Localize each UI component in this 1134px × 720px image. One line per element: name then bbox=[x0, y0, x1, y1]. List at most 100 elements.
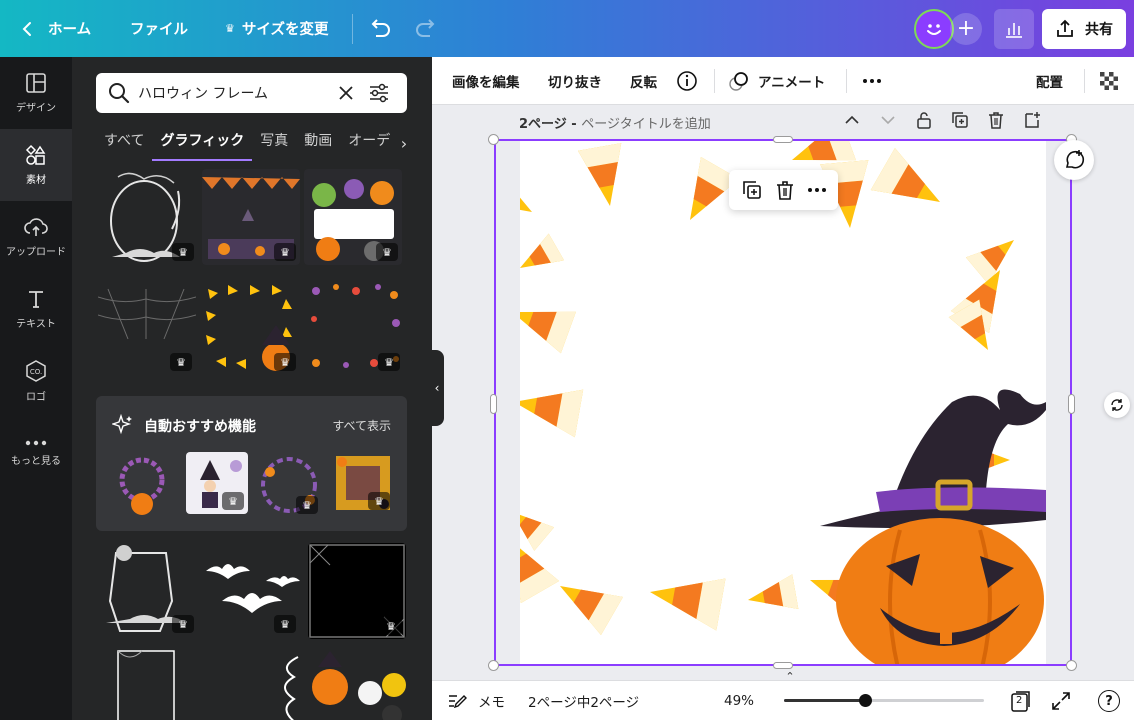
design-canvas[interactable] bbox=[520, 140, 1046, 666]
more-dots-icon[interactable] bbox=[807, 187, 827, 193]
candy-corn-pumpkin-frame-graphic[interactable] bbox=[520, 140, 1046, 666]
share-upload-icon bbox=[1057, 19, 1073, 37]
pages-badge: 2 bbox=[1016, 695, 1023, 706]
tab-photos[interactable]: 写真 bbox=[252, 129, 296, 161]
graphic-thumb-lollipop-frame[interactable]: ♛ bbox=[306, 279, 404, 375]
rail-item-uploads[interactable]: アップロード bbox=[0, 201, 72, 273]
flip-button[interactable]: 反転 bbox=[630, 57, 657, 105]
rail-item-design[interactable]: デザイン bbox=[0, 57, 72, 129]
tabs-scroll-right-icon[interactable]: › bbox=[392, 129, 416, 157]
zoom-level[interactable]: 49% bbox=[724, 681, 754, 720]
rail-item-logo[interactable]: CO. ロゴ bbox=[0, 345, 72, 417]
duplicate-page-icon[interactable] bbox=[950, 110, 970, 130]
graphic-thumb-pumpkin-banner[interactable]: ♛ bbox=[304, 169, 402, 265]
duplicate-icon[interactable] bbox=[741, 179, 763, 201]
chevron-up-icon[interactable] bbox=[842, 110, 862, 130]
premium-crown-icon: ♛ bbox=[170, 353, 192, 371]
tab-all[interactable]: すべて bbox=[96, 129, 152, 161]
resize-handle-top-left[interactable] bbox=[488, 134, 499, 145]
page-grid-button[interactable]: 2 bbox=[1010, 690, 1032, 712]
plus-icon: + bbox=[956, 16, 976, 41]
reco-thumb-circle-frame[interactable]: ♛ bbox=[256, 452, 322, 518]
graphic-thumb-swirl[interactable] bbox=[272, 653, 302, 720]
tab-audio[interactable]: オーデ bbox=[340, 129, 398, 161]
reco-thumb-candy-wreath[interactable] bbox=[112, 452, 178, 518]
divider bbox=[1084, 69, 1085, 93]
see-all-link[interactable]: すべて表示 bbox=[332, 417, 391, 434]
edit-image-label: 画像を編集 bbox=[452, 75, 520, 91]
graphic-thumb-ghost-frame-2[interactable]: ♛ bbox=[100, 541, 198, 637]
page-title-placeholder[interactable]: ページタイトルを追加 bbox=[581, 113, 710, 132]
page-count-label: 2ページ中2ページ bbox=[528, 695, 640, 711]
fullscreen-button[interactable] bbox=[1050, 690, 1072, 716]
help-button[interactable]: ? bbox=[1098, 690, 1120, 712]
avatar[interactable] bbox=[914, 9, 954, 49]
file-menu-button[interactable]: ファイル bbox=[130, 0, 188, 57]
resize-button[interactable]: ♛ サイズを変更 bbox=[225, 0, 328, 57]
arrange-label: 配置 bbox=[1036, 75, 1063, 91]
transparency-checker-icon bbox=[1100, 72, 1118, 90]
reco-thumb-square-frame[interactable]: ♛ bbox=[332, 452, 394, 514]
rail-item-more[interactable]: もっと見る bbox=[0, 417, 72, 489]
chevron-down-icon[interactable] bbox=[878, 110, 898, 130]
editor-toolbar: 画像を編集 切り抜き 反転 アニメート 配置 bbox=[432, 57, 1134, 105]
trash-icon[interactable] bbox=[986, 110, 1006, 130]
page-count: 2ページ中2ページ bbox=[528, 681, 639, 720]
resize-handle-left[interactable] bbox=[490, 394, 497, 414]
clear-x-icon[interactable] bbox=[338, 85, 354, 101]
tab-graphics[interactable]: グラフィック bbox=[152, 129, 252, 161]
resize-handle-top[interactable] bbox=[773, 136, 793, 143]
search-box[interactable] bbox=[96, 73, 407, 113]
add-collaborator-button[interactable]: + bbox=[950, 13, 982, 45]
redo-button[interactable] bbox=[414, 0, 438, 57]
text-icon bbox=[29, 291, 43, 308]
reco-thumb-witch[interactable]: ♛ bbox=[186, 452, 248, 514]
resize-handle-bottom-right[interactable] bbox=[1066, 660, 1077, 671]
collapse-panel-button[interactable]: ‹ bbox=[430, 350, 444, 426]
add-page-icon[interactable] bbox=[1022, 110, 1042, 130]
home-button[interactable]: ホーム bbox=[20, 0, 91, 57]
more-options-button[interactable] bbox=[862, 57, 882, 105]
zoom-slider-fill bbox=[784, 699, 865, 702]
info-button[interactable] bbox=[676, 57, 698, 105]
graphic-thumb-black-web-frame[interactable]: ♛ bbox=[308, 543, 406, 639]
resize-handle-bottom-left[interactable] bbox=[488, 660, 499, 671]
more-dots-icon bbox=[25, 440, 47, 446]
search-input[interactable] bbox=[138, 85, 328, 101]
undo-button[interactable] bbox=[368, 0, 392, 57]
graphic-thumb-candy-corn-frame[interactable]: ♛ bbox=[202, 279, 300, 375]
resize-label: サイズを変更 bbox=[241, 22, 329, 38]
graphic-thumb-rect-frame[interactable] bbox=[116, 649, 176, 720]
graphic-thumb-pumpkin-balloons[interactable] bbox=[306, 651, 406, 720]
lock-icon[interactable] bbox=[914, 110, 934, 130]
crop-button[interactable]: 切り抜き bbox=[548, 57, 602, 105]
premium-crown-icon: ♛ bbox=[368, 492, 390, 510]
animate-button[interactable]: アニメート bbox=[728, 57, 825, 105]
graphic-thumb-ghost-frame[interactable]: ♛ bbox=[100, 169, 198, 265]
notes-button[interactable]: メモ bbox=[448, 681, 505, 720]
graphic-thumb-spiderweb[interactable]: ♛ bbox=[98, 279, 196, 375]
resize-handle-bottom[interactable] bbox=[773, 662, 793, 669]
zoom-slider[interactable] bbox=[784, 694, 984, 707]
left-rail: デザイン 素材 アップロード テキスト CO. ロゴ もっと見る bbox=[0, 57, 72, 720]
rail-item-text[interactable]: テキスト bbox=[0, 273, 72, 345]
insights-button[interactable] bbox=[994, 9, 1034, 49]
graphic-thumb-bats[interactable]: ♛ bbox=[202, 541, 300, 637]
trash-icon[interactable] bbox=[774, 179, 796, 201]
rail-item-elements[interactable]: 素材 bbox=[0, 129, 72, 201]
resize-handle-right[interactable] bbox=[1068, 394, 1075, 414]
graphic-thumb-bunting-frame[interactable]: ♛ bbox=[202, 169, 300, 265]
tab-videos[interactable]: 動画 bbox=[296, 129, 340, 161]
transparency-button[interactable] bbox=[1098, 57, 1120, 105]
zoom-slider-knob[interactable] bbox=[859, 694, 872, 707]
arrange-button[interactable]: 配置 bbox=[1036, 57, 1063, 105]
chevron-left-icon: ‹ bbox=[434, 381, 440, 395]
reco-title: 自動おすすめ機能 bbox=[144, 419, 256, 435]
rotate-button[interactable] bbox=[1104, 392, 1130, 418]
edit-image-button[interactable]: 画像を編集 bbox=[452, 57, 520, 105]
bar-chart-icon bbox=[1006, 23, 1022, 38]
page-title-area[interactable]: 2ページ - ページタイトルを追加 bbox=[519, 112, 711, 132]
add-comment-button[interactable] bbox=[1054, 140, 1094, 180]
filter-sliders-icon[interactable] bbox=[368, 83, 390, 103]
share-button[interactable]: 共有 bbox=[1042, 9, 1126, 49]
